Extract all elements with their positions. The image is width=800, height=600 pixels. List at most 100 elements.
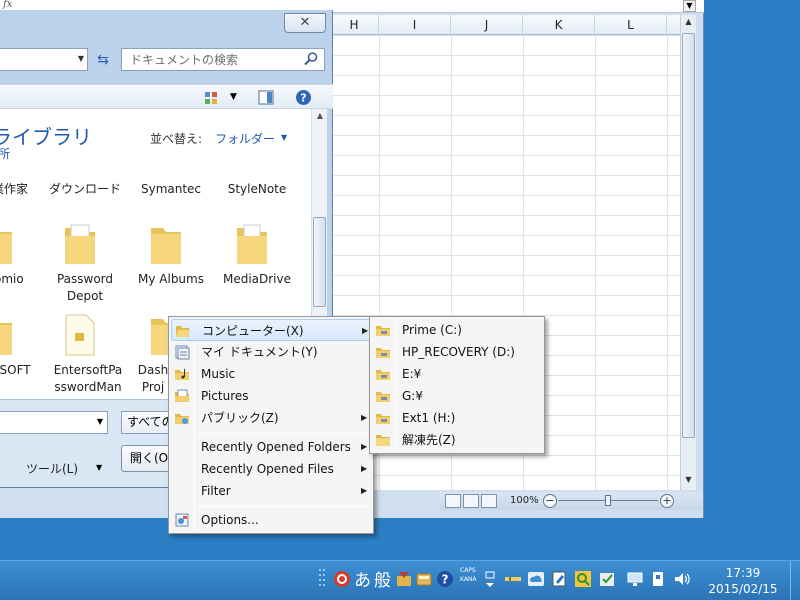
menu-item-extract-folder[interactable]: 解凍先(Z) — [372, 429, 542, 451]
task-icon[interactable] — [598, 570, 616, 588]
folder-icon — [376, 435, 390, 446]
menu-item-drive-h[interactable]: Ext1 (H:) — [372, 407, 542, 429]
context-menu: コンピューター(X) ▶ マイ ドキュメント(Y) Music Pictures… — [168, 316, 374, 534]
file-name-combobox[interactable]: ▼ — [0, 411, 108, 434]
chevron-down-icon[interactable]: ▼ — [281, 133, 287, 142]
folder-icon[interactable] — [0, 222, 14, 266]
clock-time[interactable]: 17:39 — [700, 566, 786, 580]
volume-icon[interactable] — [673, 570, 691, 588]
pictures-folder-icon — [175, 389, 189, 402]
menu-item-drive-c[interactable]: Prime (C:) — [372, 319, 542, 341]
page-layout-view-icon[interactable] — [463, 494, 479, 508]
view-buttons — [445, 494, 497, 508]
folder-icon[interactable] — [235, 222, 269, 266]
ime-mode-indicator[interactable]: あ — [354, 566, 371, 591]
folder-label[interactable]: 作業作家 — [0, 181, 36, 198]
sheet-vertical-scrollbar[interactable]: ▲ ▼ — [680, 15, 696, 490]
folder-label[interactable]: Promio — [0, 271, 31, 288]
search-app-icon[interactable] — [574, 570, 592, 588]
network-cable-icon[interactable] — [504, 570, 522, 588]
svg-text:?: ? — [442, 573, 449, 587]
zoom-slider-thumb[interactable] — [605, 495, 611, 506]
tools-button[interactable]: ツール(L) — [26, 460, 78, 477]
preview-pane-icon[interactable] — [258, 89, 274, 106]
folder-label[interactable]: CROSOFT — [0, 362, 32, 379]
address-bar[interactable]: ▼ — [0, 48, 88, 71]
documents-icon — [175, 345, 190, 360]
scroll-thumb[interactable] — [313, 217, 326, 307]
menu-item-my-documents[interactable]: マイ ドキュメント(Y) — [171, 341, 371, 363]
show-desktop-button[interactable] — [790, 561, 800, 600]
folder-label[interactable]: StyleNote — [221, 181, 293, 198]
scroll-down-arrow-icon[interactable]: ▼ — [682, 473, 695, 487]
menu-item-drive-g[interactable]: G:¥ — [372, 385, 542, 407]
help-icon[interactable]: ? — [295, 89, 312, 106]
sort-label: 並べ替え: — [150, 132, 203, 146]
submenu-arrow-icon: ▶ — [361, 464, 368, 473]
chevron-down-icon[interactable]: ▼ — [78, 54, 84, 63]
menu-item-public[interactable]: パブリック(Z) ▶ — [171, 407, 371, 429]
usb-device-icon[interactable] — [649, 570, 667, 588]
scroll-up-arrow-icon[interactable]: ▲ — [314, 111, 326, 125]
folder-label[interactable]: EntersoftPasswordManager — [52, 362, 124, 399]
menu-separator — [197, 433, 369, 434]
menu-item-filter[interactable]: Filter ▶ — [171, 480, 371, 502]
refresh-icon[interactable]: ⇆ — [92, 50, 114, 70]
normal-view-icon[interactable] — [445, 494, 461, 508]
display-icon[interactable] — [626, 570, 644, 588]
scroll-up-arrow-icon[interactable]: ▲ — [682, 15, 695, 29]
folder-label[interactable]: Symantec — [135, 181, 207, 198]
page-break-view-icon[interactable] — [481, 494, 497, 508]
zoom-in-icon[interactable]: + — [660, 494, 674, 508]
folder-icon[interactable] — [149, 222, 183, 266]
column-header-j[interactable]: J — [451, 15, 523, 35]
library-location-link[interactable]: 所 — [0, 145, 10, 162]
menu-item-drive-d[interactable]: HP_RECOVERY (D:) — [372, 341, 542, 363]
cloud-sync-icon[interactable] — [527, 570, 545, 588]
search-box[interactable] — [121, 48, 325, 71]
submenu-arrow-icon: ▶ — [362, 326, 369, 335]
folder-label[interactable]: My Albums — [135, 271, 207, 288]
column-header-h[interactable]: H — [330, 15, 379, 35]
sort-by-button[interactable]: フォルダー — [215, 130, 275, 147]
column-header-k[interactable]: K — [523, 15, 595, 35]
ime-help-icon[interactable]: ? — [436, 570, 454, 588]
drive-icon — [376, 392, 390, 402]
ime-conversion-mode[interactable]: 般 — [374, 566, 391, 591]
column-header-l[interactable]: L — [595, 15, 667, 35]
folder-label[interactable]: ダウンロード — [49, 181, 121, 198]
menu-item-recent-files[interactable]: Recently Opened Files ▶ — [171, 458, 371, 480]
drive-icon — [376, 414, 390, 424]
chevron-down-icon[interactable]: ▼ — [96, 463, 102, 472]
ime-icon[interactable] — [333, 570, 351, 588]
menu-item-computer[interactable]: コンピューター(X) ▶ — [171, 319, 371, 341]
folder-label[interactable]: Dash Proj — [133, 362, 173, 396]
zoom-out-icon[interactable]: − — [543, 494, 557, 508]
view-options-icon[interactable] — [204, 89, 218, 106]
zoom-level[interactable]: 100% — [510, 493, 539, 509]
column-header-i[interactable]: I — [379, 15, 451, 35]
menu-item-recent-folders[interactable]: Recently Opened Folders ▶ — [171, 436, 371, 458]
folder-icon[interactable] — [63, 222, 97, 266]
scroll-thumb[interactable] — [682, 33, 695, 438]
menu-item-options[interactable]: Options... — [171, 509, 371, 531]
view-dropdown-icon[interactable]: ▼ — [230, 89, 237, 106]
ime-options-icon[interactable] — [484, 570, 496, 588]
menu-item-music[interactable]: Music — [171, 363, 371, 385]
folder-label[interactable]: MediaDrive — [221, 271, 293, 288]
search-input[interactable] — [122, 49, 302, 70]
notepad-icon[interactable] — [550, 570, 568, 588]
folder-icon[interactable] — [0, 313, 14, 357]
ime-dictionary-icon[interactable] — [415, 570, 433, 588]
menu-item-drive-e[interactable]: E:¥ — [372, 363, 542, 385]
formula-expand-button[interactable]: ▼ — [683, 0, 696, 12]
menu-item-pictures[interactable]: Pictures — [171, 385, 371, 407]
ime-tools-icon[interactable] — [395, 570, 413, 588]
file-icon[interactable] — [63, 313, 97, 357]
language-bar-grip-icon[interactable] — [318, 567, 326, 591]
folder-label[interactable]: Password Depot — [49, 271, 121, 305]
search-icon[interactable] — [303, 51, 319, 67]
clock-date[interactable]: 2015/02/15 — [700, 582, 786, 596]
close-button[interactable]: ✕ — [284, 13, 326, 33]
chevron-down-icon[interactable]: ▼ — [97, 417, 103, 426]
